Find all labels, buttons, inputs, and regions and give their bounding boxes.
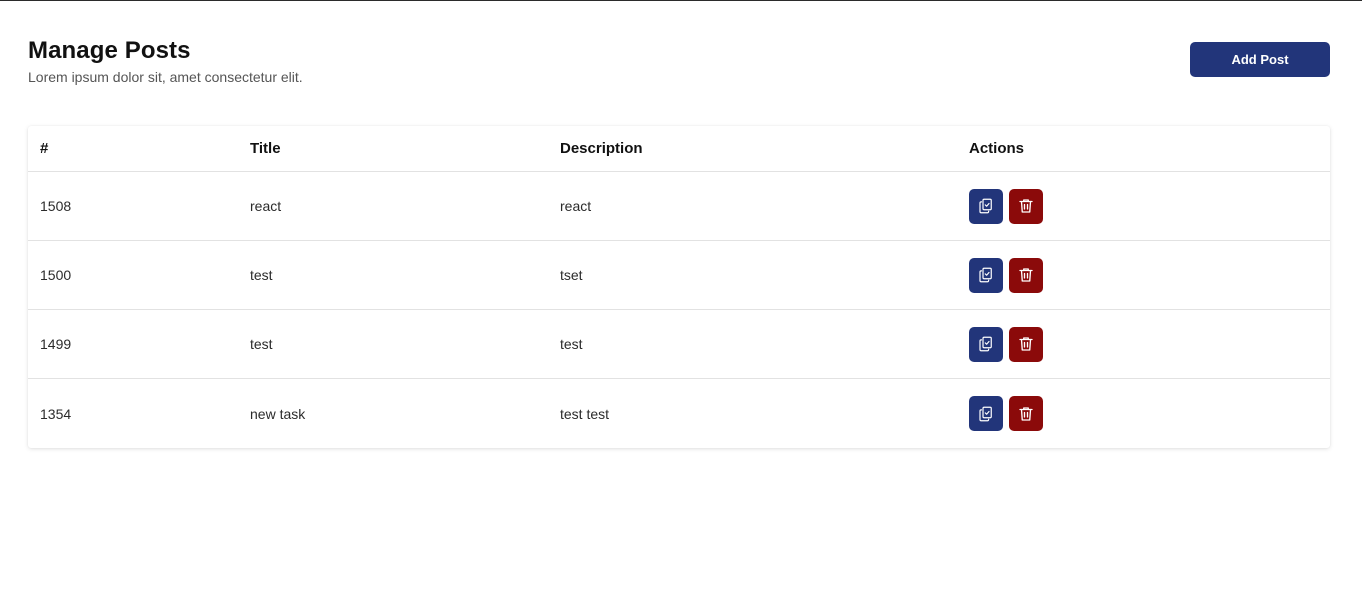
trash-icon bbox=[1019, 337, 1033, 351]
column-header-id: # bbox=[40, 140, 49, 157]
table-row: 1354 new task test test bbox=[28, 379, 1330, 448]
page-subtitle: Lorem ipsum dolor sit, amet consectetur … bbox=[28, 69, 303, 85]
delete-button[interactable] bbox=[1009, 257, 1043, 293]
table-header-row: # Title Description Actions bbox=[28, 126, 1330, 172]
page-title: Manage Posts bbox=[28, 37, 191, 64]
post-title: test bbox=[250, 336, 273, 352]
post-title: react bbox=[250, 198, 282, 214]
post-id: 1499 bbox=[40, 336, 72, 352]
add-post-button[interactable]: Add Post bbox=[1190, 42, 1330, 77]
delete-button[interactable] bbox=[1009, 326, 1043, 362]
post-description: react bbox=[560, 198, 592, 214]
table-row: 1500 test tset bbox=[28, 241, 1330, 310]
clipboard-check-icon bbox=[979, 406, 992, 421]
top-border bbox=[0, 0, 1362, 1]
row-actions bbox=[957, 257, 1330, 293]
table-row: 1499 test test bbox=[28, 310, 1330, 379]
post-description: tset bbox=[560, 267, 583, 283]
column-header-actions: Actions bbox=[969, 140, 1025, 157]
trash-icon bbox=[1019, 406, 1033, 421]
post-description: test bbox=[560, 336, 583, 352]
post-title: new task bbox=[250, 405, 306, 422]
trash-icon bbox=[1019, 199, 1033, 213]
post-title: test bbox=[250, 267, 273, 283]
row-actions bbox=[957, 188, 1330, 224]
row-actions bbox=[957, 396, 1330, 431]
clipboard-check-icon bbox=[979, 336, 992, 352]
delete-button[interactable] bbox=[1009, 396, 1043, 431]
column-header-title: Title bbox=[250, 140, 281, 157]
row-actions bbox=[957, 326, 1330, 362]
post-id: 1500 bbox=[40, 267, 72, 283]
copy-button[interactable] bbox=[969, 188, 1003, 224]
posts-table: # Title Description Actions 1508 react r… bbox=[28, 126, 1330, 448]
trash-icon bbox=[1019, 268, 1033, 282]
copy-button[interactable] bbox=[969, 396, 1003, 431]
copy-button[interactable] bbox=[969, 326, 1003, 362]
delete-button[interactable] bbox=[1009, 188, 1043, 224]
page-header: Manage Posts Lorem ipsum dolor sit, amet… bbox=[28, 37, 1330, 87]
column-header-description: Description bbox=[560, 140, 643, 157]
table-row: 1508 react react bbox=[28, 172, 1330, 241]
post-description: test test bbox=[560, 405, 610, 422]
post-id: 1508 bbox=[40, 198, 72, 214]
post-id: 1354 bbox=[40, 405, 72, 422]
clipboard-check-icon bbox=[979, 198, 992, 214]
clipboard-check-icon bbox=[979, 267, 992, 283]
copy-button[interactable] bbox=[969, 257, 1003, 293]
